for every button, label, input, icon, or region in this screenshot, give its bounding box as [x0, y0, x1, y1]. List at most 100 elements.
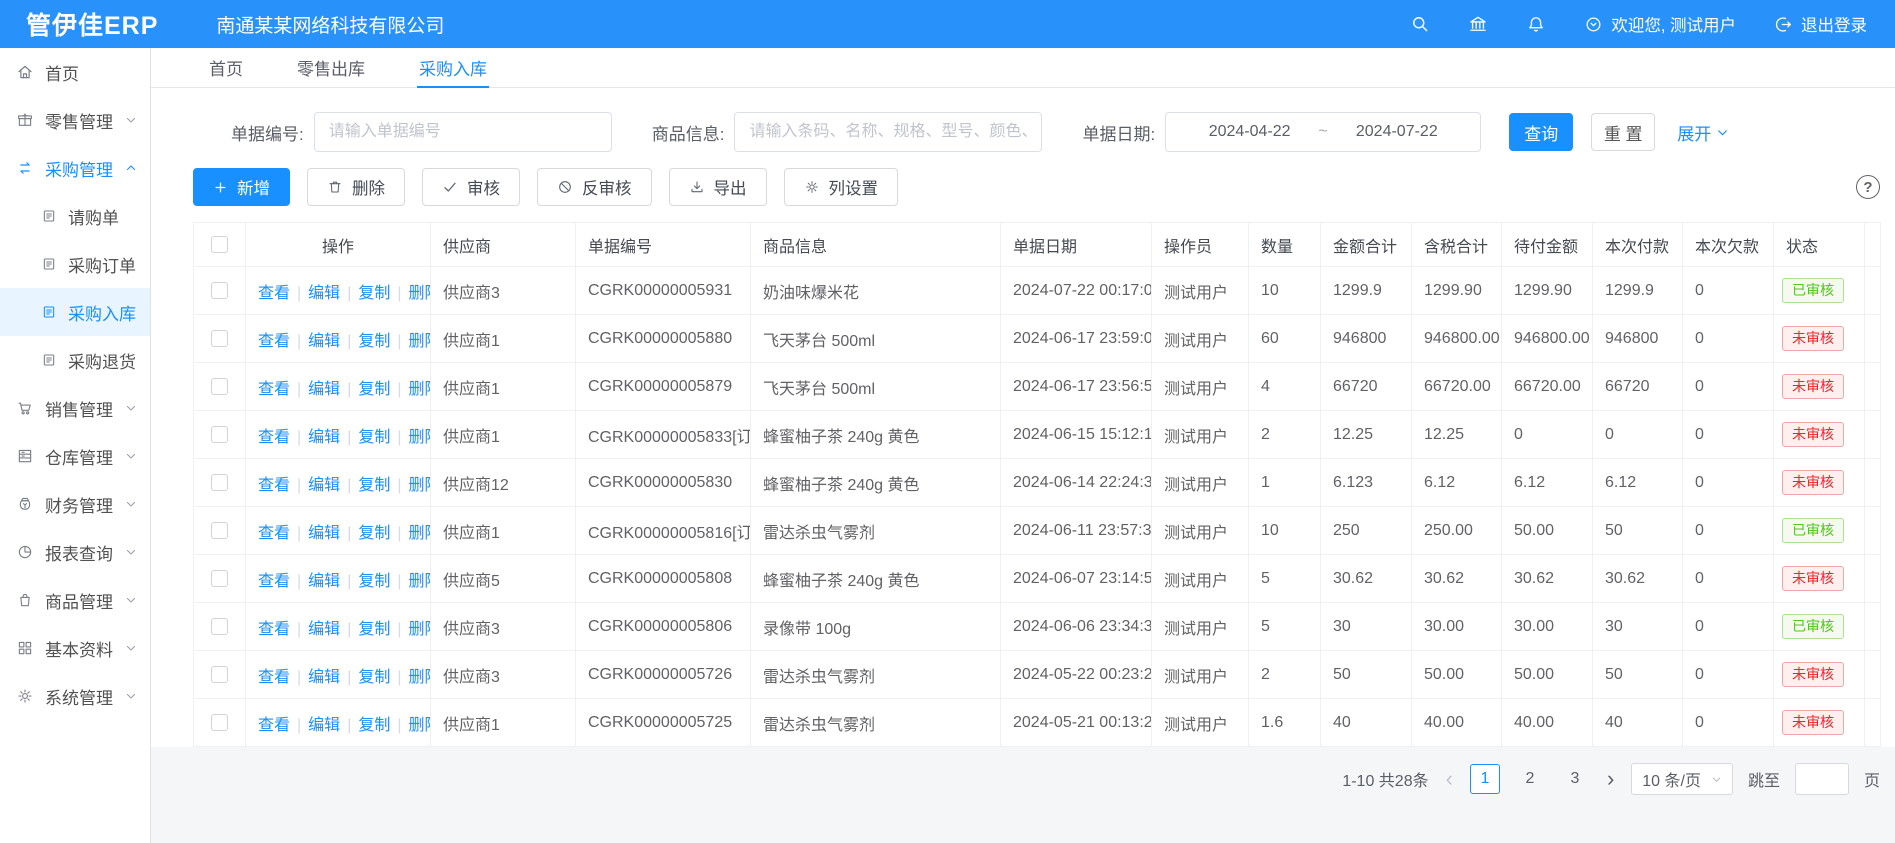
view-link[interactable]: 查看	[258, 333, 290, 350]
copy-link[interactable]: 复制	[358, 525, 390, 542]
delete-button[interactable]: 删除	[307, 168, 405, 206]
chevron-down-icon	[125, 642, 137, 654]
tab-retail-outbound[interactable]: 零售出库	[295, 48, 367, 87]
sidebar-item-purchase-request[interactable]: 请购单	[0, 192, 150, 240]
page-number-1[interactable]: 1	[1470, 764, 1500, 794]
edit-link[interactable]: 编辑	[308, 621, 340, 638]
bell-icon[interactable]	[1526, 14, 1546, 34]
document-icon	[41, 304, 57, 320]
view-link[interactable]: 查看	[258, 717, 290, 734]
add-button[interactable]: 新增	[193, 168, 290, 206]
edit-link[interactable]: 编辑	[308, 477, 340, 494]
audit-button[interactable]: 审核	[422, 168, 520, 206]
edit-link[interactable]: 编辑	[308, 333, 340, 350]
delete-link[interactable]: 删除	[409, 285, 431, 302]
row-checkbox[interactable]	[211, 666, 228, 683]
date-from-value[interactable]: 2024-04-22	[1209, 123, 1291, 141]
sidebar-item-purchase-inbound[interactable]: 采购入库	[0, 288, 150, 336]
sidebar-item-finance[interactable]: 财务管理	[0, 480, 150, 528]
prev-page-button[interactable]: ‹	[1444, 768, 1455, 790]
view-link[interactable]: 查看	[258, 669, 290, 686]
edit-link[interactable]: 编辑	[308, 669, 340, 686]
jump-to-input[interactable]	[1795, 763, 1849, 795]
delete-link[interactable]: 删除	[409, 333, 431, 350]
delete-link[interactable]: 删除	[409, 429, 431, 446]
tab-purchase-inbound[interactable]: 采购入库	[417, 48, 489, 87]
sidebar-item-sales[interactable]: 销售管理	[0, 384, 150, 432]
logout-button[interactable]: 退出登录	[1774, 12, 1867, 36]
copy-link[interactable]: 复制	[358, 381, 390, 398]
sidebar-item-purchase-order[interactable]: 采购订单	[0, 240, 150, 288]
row-checkbox[interactable]	[211, 570, 228, 587]
search-icon[interactable]	[1410, 14, 1430, 34]
delete-link[interactable]: 删除	[409, 525, 431, 542]
edit-link[interactable]: 编辑	[308, 381, 340, 398]
page-size-select[interactable]: 10 条/页	[1631, 763, 1733, 795]
sidebar-item-system[interactable]: 系统管理	[0, 672, 150, 720]
copy-link[interactable]: 复制	[358, 717, 390, 734]
select-all-checkbox[interactable]	[211, 236, 228, 253]
copy-link[interactable]: 复制	[358, 573, 390, 590]
delete-link[interactable]: 删除	[409, 573, 431, 590]
sidebar-item-goods[interactable]: 商品管理	[0, 576, 150, 624]
cell-product: 蜂蜜柚子茶 240g 黄色	[751, 555, 1001, 603]
view-link[interactable]: 查看	[258, 381, 290, 398]
edit-link[interactable]: 编辑	[308, 429, 340, 446]
sidebar-item-warehouse[interactable]: 仓库管理	[0, 432, 150, 480]
view-link[interactable]: 查看	[258, 573, 290, 590]
edit-link[interactable]: 编辑	[308, 717, 340, 734]
edit-link[interactable]: 编辑	[308, 525, 340, 542]
copy-link[interactable]: 复制	[358, 621, 390, 638]
row-checkbox[interactable]	[211, 426, 228, 443]
row-checkbox[interactable]	[211, 378, 228, 395]
view-link[interactable]: 查看	[258, 621, 290, 638]
view-link[interactable]: 查看	[258, 285, 290, 302]
delete-link[interactable]: 删除	[409, 381, 431, 398]
sidebar-item-basic-data[interactable]: 基本资料	[0, 624, 150, 672]
column-settings-button[interactable]: 列设置	[784, 168, 899, 206]
delete-link[interactable]: 删除	[409, 717, 431, 734]
delete-link[interactable]: 删除	[409, 621, 431, 638]
reset-button[interactable]: 重 置	[1591, 113, 1655, 151]
sidebar-item-home[interactable]: 首页	[0, 48, 150, 96]
sidebar-item-purchase[interactable]: 采购管理	[0, 144, 150, 192]
edit-link[interactable]: 编辑	[308, 573, 340, 590]
row-checkbox[interactable]	[211, 330, 228, 347]
row-checkbox[interactable]	[211, 282, 228, 299]
view-link[interactable]: 查看	[258, 477, 290, 494]
row-checkbox[interactable]	[211, 474, 228, 491]
copy-link[interactable]: 复制	[358, 285, 390, 302]
doc-no-input[interactable]	[314, 112, 612, 152]
product-info-input[interactable]	[734, 112, 1042, 152]
view-link[interactable]: 查看	[258, 429, 290, 446]
tab-home[interactable]: 首页	[207, 48, 245, 87]
unaudit-button[interactable]: 反审核	[537, 168, 652, 206]
row-checkbox[interactable]	[211, 714, 228, 731]
status-badge: 已审核	[1782, 518, 1844, 544]
sidebar-item-retail[interactable]: 零售管理	[0, 96, 150, 144]
row-checkbox[interactable]	[211, 618, 228, 635]
delete-link[interactable]: 删除	[409, 477, 431, 494]
query-button[interactable]: 查询	[1509, 113, 1573, 151]
scrollbar-gutter	[1865, 223, 1881, 267]
expand-link[interactable]: 展开	[1677, 120, 1729, 145]
row-checkbox[interactable]	[211, 522, 228, 539]
delete-link[interactable]: 删除	[409, 669, 431, 686]
welcome-user[interactable]: 欢迎您, 测试用户	[1584, 12, 1736, 36]
copy-link[interactable]: 复制	[358, 333, 390, 350]
bank-icon[interactable]	[1468, 14, 1488, 34]
date-range-picker[interactable]: 2024-04-22 ~ 2024-07-22	[1165, 112, 1481, 152]
export-button[interactable]: 导出	[669, 168, 767, 206]
next-page-button[interactable]: ›	[1605, 768, 1616, 790]
edit-link[interactable]: 编辑	[308, 285, 340, 302]
page-number-3[interactable]: 3	[1560, 764, 1590, 794]
copy-link[interactable]: 复制	[358, 429, 390, 446]
sidebar-item-reports[interactable]: 报表查询	[0, 528, 150, 576]
copy-link[interactable]: 复制	[358, 477, 390, 494]
sidebar-item-purchase-return[interactable]: 采购退货	[0, 336, 150, 384]
date-to-value[interactable]: 2024-07-22	[1356, 123, 1438, 141]
help-icon[interactable]: ?	[1856, 175, 1880, 199]
page-number-2[interactable]: 2	[1515, 764, 1545, 794]
view-link[interactable]: 查看	[258, 525, 290, 542]
copy-link[interactable]: 复制	[358, 669, 390, 686]
